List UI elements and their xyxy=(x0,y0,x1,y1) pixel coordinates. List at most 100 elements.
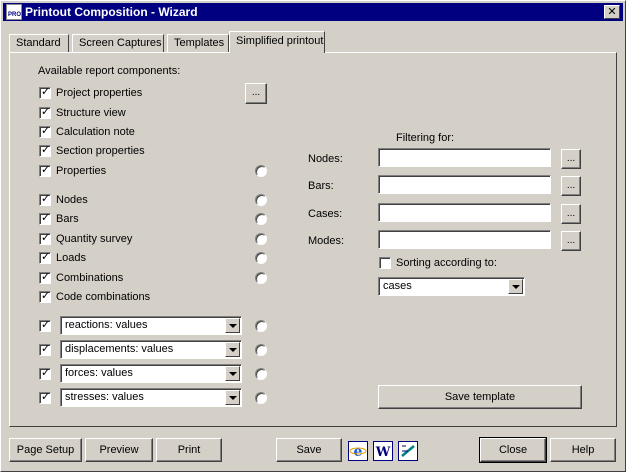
check-icon: ✓ xyxy=(41,164,51,176)
bars-filter-label: Bars: xyxy=(308,180,334,192)
spreadsheet-export-icon[interactable] xyxy=(398,441,418,461)
check-icon: ✓ xyxy=(41,193,51,205)
save-template-label: Save template xyxy=(444,391,516,403)
reactions-select[interactable]: reactions: values xyxy=(60,316,242,335)
radio-combinations[interactable] xyxy=(255,272,267,284)
checkbox-code-combinations[interactable]: ✓ xyxy=(39,290,51,303)
bars-filter-input[interactable] xyxy=(378,175,551,194)
sorting-checkbox[interactable] xyxy=(379,257,391,269)
title-bar: PRO Printout Composition - Wizard ✕ xyxy=(3,3,623,21)
radio-quantity-survey[interactable] xyxy=(255,233,267,245)
close-button[interactable]: Close xyxy=(479,437,547,463)
tab-label: Screen Captures xyxy=(79,37,162,49)
label-code-combinations: Code combinations xyxy=(56,291,151,303)
cases-filter-input[interactable] xyxy=(378,203,551,222)
print-label: Print xyxy=(177,444,201,456)
displacements-select[interactable]: displacements: values xyxy=(60,340,242,359)
app-icon: PRO xyxy=(6,4,22,20)
radio-properties[interactable] xyxy=(255,165,267,177)
chevron-down-icon[interactable] xyxy=(225,318,240,333)
nodes-browse-button[interactable]: ... xyxy=(561,149,581,169)
check-icon: ✓ xyxy=(41,251,51,263)
checkbox-properties[interactable]: ✓ xyxy=(39,164,51,177)
checkbox-combinations[interactable]: ✓ xyxy=(39,271,51,284)
tab-label: Standard xyxy=(16,37,61,49)
tab-label: Simplified printout xyxy=(236,35,324,47)
page-setup-button[interactable]: Page Setup xyxy=(9,438,82,462)
tab-screen-captures[interactable]: Screen Captures xyxy=(72,34,164,53)
save-label: Save xyxy=(296,444,322,456)
modes-filter-input[interactable] xyxy=(378,230,551,249)
modes-browse-button[interactable]: ... xyxy=(561,231,581,251)
stresses-select[interactable]: stresses: values xyxy=(60,388,242,407)
check-icon: ✓ xyxy=(41,391,51,403)
radio-forces[interactable] xyxy=(255,368,267,380)
save-button[interactable]: Save xyxy=(276,438,342,462)
chevron-down-icon[interactable] xyxy=(225,390,240,405)
checkbox-structure-view[interactable]: ✓ xyxy=(39,106,51,119)
checkbox-stresses[interactable]: ✓ xyxy=(39,391,51,404)
help-label: Help xyxy=(571,444,595,456)
checkbox-nodes[interactable]: ✓ xyxy=(39,193,51,206)
check-icon: ✓ xyxy=(41,319,51,331)
label-structure-view: Structure view xyxy=(56,107,126,119)
stresses-select-value: stresses: values xyxy=(65,391,144,403)
tab-templates[interactable]: Templates xyxy=(167,34,229,53)
checkbox-reactions[interactable]: ✓ xyxy=(39,319,51,332)
check-icon: ✓ xyxy=(41,86,51,98)
checkbox-quantity-survey[interactable]: ✓ xyxy=(39,232,51,245)
print-button[interactable]: Print xyxy=(156,438,222,462)
tab-standard[interactable]: Standard xyxy=(9,34,69,53)
ellipsis-label: ... xyxy=(566,208,576,219)
page-setup-label: Page Setup xyxy=(16,444,75,456)
word-export-icon[interactable]: W xyxy=(373,441,393,461)
sorting-label: Sorting according to: xyxy=(396,257,497,269)
close-icon: ✕ xyxy=(607,6,617,18)
close-window-button[interactable]: ✕ xyxy=(604,5,620,19)
close-label: Close xyxy=(498,444,528,456)
radio-nodes[interactable] xyxy=(255,194,267,206)
preview-button[interactable]: Preview xyxy=(85,438,153,462)
checkbox-project-properties[interactable]: ✓ xyxy=(39,86,51,99)
radio-loads[interactable] xyxy=(255,252,267,264)
radio-stresses[interactable] xyxy=(255,392,267,404)
wizard-window: PRO Printout Composition - Wizard ✕ Stan… xyxy=(0,0,626,472)
checkbox-forces[interactable]: ✓ xyxy=(39,367,51,380)
checkbox-displacements[interactable]: ✓ xyxy=(39,343,51,356)
forces-select[interactable]: forces: values xyxy=(60,364,242,383)
radio-displacements[interactable] xyxy=(255,344,267,356)
label-loads: Loads xyxy=(56,252,86,264)
label-nodes: Nodes xyxy=(56,194,88,206)
reactions-select-value: reactions: values xyxy=(65,319,148,331)
tab-simplified-printout[interactable]: Simplified printout xyxy=(229,31,325,53)
label-section-properties: Section properties xyxy=(56,145,145,157)
tab-label: Templates xyxy=(174,37,225,49)
cases-browse-button[interactable]: ... xyxy=(561,204,581,224)
nodes-filter-input[interactable] xyxy=(378,148,551,167)
ie-export-icon[interactable]: e xyxy=(348,441,368,461)
displacements-select-value: displacements: values xyxy=(65,343,174,355)
radio-reactions[interactable] xyxy=(255,320,267,332)
check-icon: ✓ xyxy=(41,212,51,224)
chevron-down-icon[interactable] xyxy=(225,342,240,357)
label-properties: Properties xyxy=(56,165,107,177)
sorting-select-value: cases xyxy=(383,280,412,292)
radio-bars[interactable] xyxy=(255,213,267,225)
project-properties-browse-button[interactable]: ... xyxy=(245,83,267,104)
chevron-down-icon[interactable] xyxy=(508,279,523,294)
sorting-select[interactable]: cases xyxy=(378,277,525,296)
checkbox-section-properties[interactable]: ✓ xyxy=(39,144,51,157)
ellipsis-label: ... xyxy=(566,153,576,164)
bars-browse-button[interactable]: ... xyxy=(561,176,581,196)
checkbox-bars[interactable]: ✓ xyxy=(39,212,51,225)
check-icon: ✓ xyxy=(41,125,51,137)
ellipsis-label: ... xyxy=(566,235,576,246)
checkbox-calculation-note[interactable]: ✓ xyxy=(39,125,51,138)
chevron-down-icon[interactable] xyxy=(225,366,240,381)
save-template-button[interactable]: Save template xyxy=(378,385,582,409)
ellipsis-label: ... xyxy=(566,180,576,191)
label-calculation-note: Calculation note xyxy=(56,126,135,138)
checkbox-loads[interactable]: ✓ xyxy=(39,251,51,264)
help-button[interactable]: Help xyxy=(550,438,616,462)
filtering-header: Filtering for: xyxy=(396,132,455,144)
